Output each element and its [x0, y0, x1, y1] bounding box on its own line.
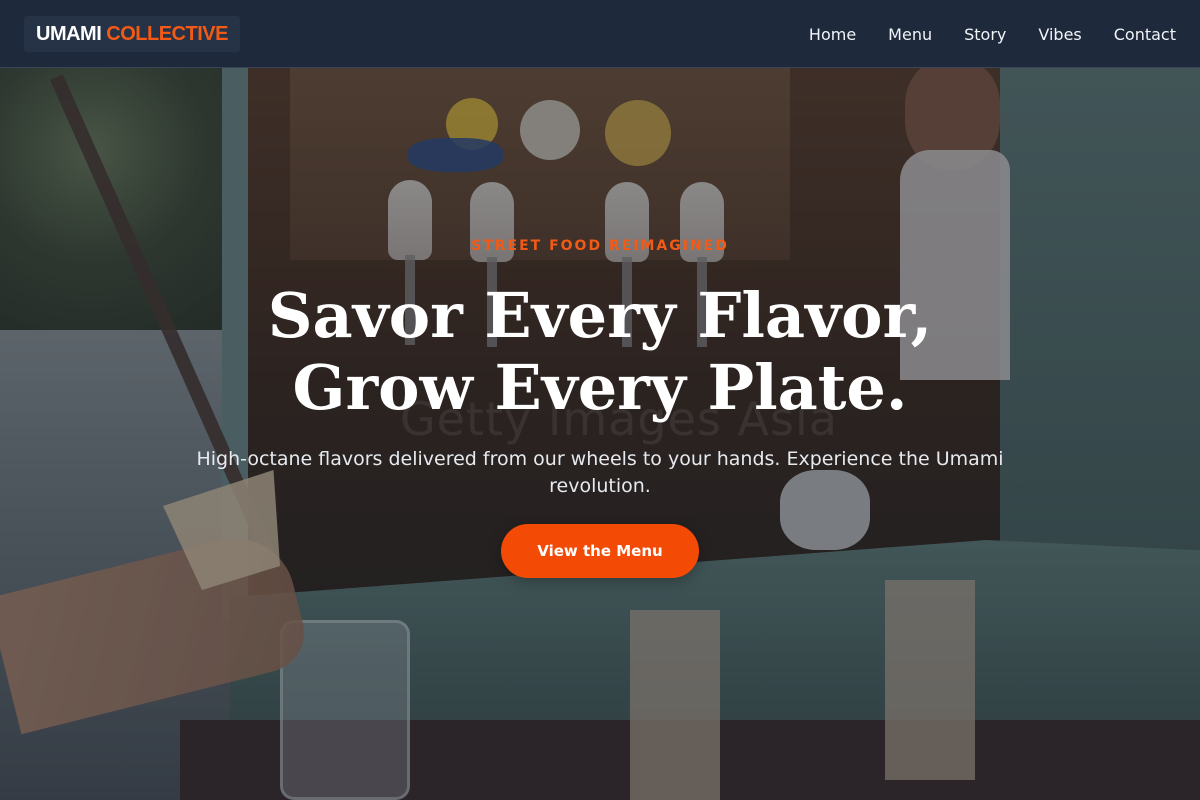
brand-name-accent: COLLECTIVE [106, 22, 228, 45]
nav-link-home[interactable]: Home [809, 25, 856, 44]
hero-eyebrow: STREET FOOD REIMAGINED [471, 238, 729, 254]
brand-name-primary: UMAMI [36, 22, 102, 45]
hero-subtext: High-octane flavors delivered from our w… [196, 448, 1004, 497]
hero-headline: Savor Every Flavor, Grow Every Plate. [0, 280, 1200, 424]
hero-headline-line-2: Grow Every Plate. [292, 351, 908, 424]
navbar: UMAMI COLLECTIVE Home Menu Story Vibes C… [0, 0, 1200, 68]
nav-link-contact[interactable]: Contact [1114, 25, 1176, 44]
nav-link-vibes[interactable]: Vibes [1038, 25, 1081, 44]
hero-headline-line-1: Savor Every Flavor, [267, 279, 933, 352]
brand-logo[interactable]: UMAMI COLLECTIVE [24, 16, 240, 52]
nav-links: Home Menu Story Vibes Contact [777, 0, 1176, 68]
nav-link-menu[interactable]: Menu [888, 25, 932, 44]
view-menu-button[interactable]: View the Menu [501, 524, 699, 578]
nav-link-story[interactable]: Story [964, 25, 1006, 44]
hero-content: STREET FOOD REIMAGINED Savor Every Flavo… [0, 0, 1200, 800]
